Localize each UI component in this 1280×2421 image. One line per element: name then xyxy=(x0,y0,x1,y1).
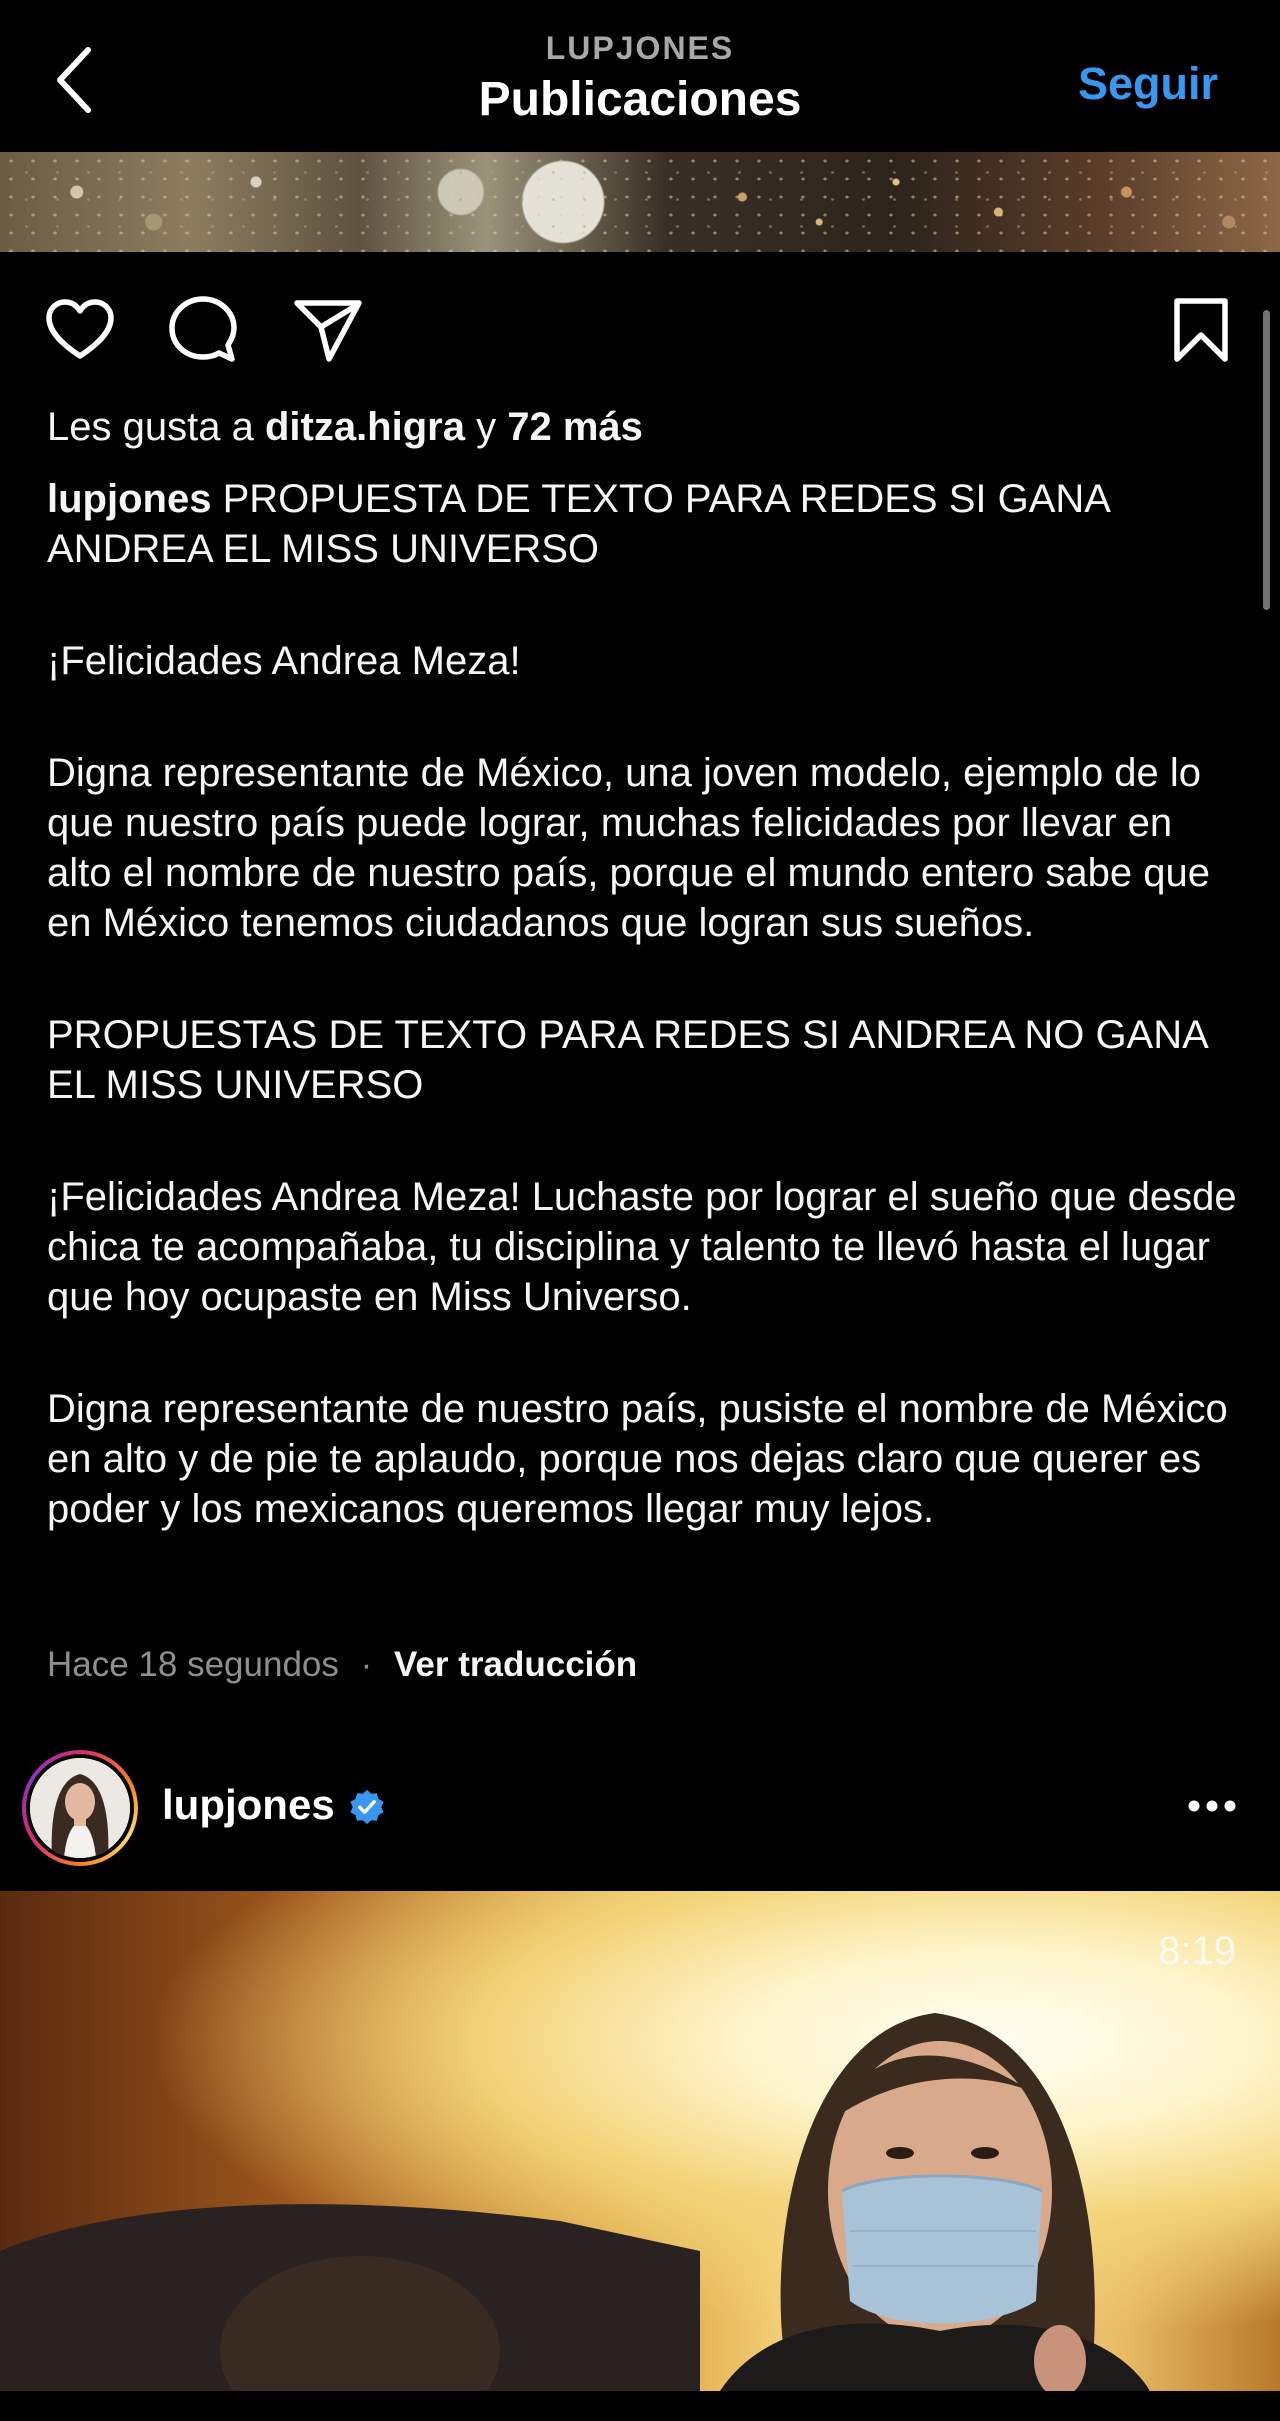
story-ring[interactable] xyxy=(22,1750,138,1866)
meta-separator: · xyxy=(360,1645,373,1684)
post-timestamp: Hace 18 segundos xyxy=(47,1645,339,1684)
avatar xyxy=(30,1758,130,1858)
video-timestamp: 8:19 xyxy=(1158,1929,1236,1973)
follow-button[interactable]: Seguir xyxy=(1078,58,1218,110)
share-button[interactable] xyxy=(290,292,366,368)
caption-paragraph: Digna representante de México, una joven… xyxy=(47,751,1211,945)
verified-badge-icon xyxy=(350,1789,384,1825)
likes-connector: y xyxy=(476,405,497,449)
video-frame xyxy=(0,2013,1150,2391)
post-video[interactable]: 8:19 xyxy=(0,1891,1280,2391)
scrollbar[interactable] xyxy=(1263,310,1270,610)
bookmark-icon xyxy=(1174,298,1228,362)
bottom-edge xyxy=(0,2391,1280,2421)
post-image[interactable] xyxy=(0,152,1280,252)
caption-paragraph: PROPUESTAS DE TEXTO PARA REDES SI ANDREA… xyxy=(47,1013,1207,1107)
like-button[interactable] xyxy=(42,292,118,368)
share-icon xyxy=(294,300,362,362)
translate-link[interactable]: Ver traducción xyxy=(394,1645,637,1684)
liker-username[interactable]: ditza.higra xyxy=(265,405,465,449)
caption-paragraph: lupjones PROPUESTA DE TEXTO PARA REDES S… xyxy=(47,474,1237,574)
post-username[interactable]: lupjones xyxy=(162,1781,335,1829)
caption-username[interactable]: lupjones xyxy=(47,477,211,521)
more-options-button[interactable] xyxy=(1182,1786,1242,1826)
avatar-portrait xyxy=(30,1758,130,1858)
post-caption: lupjones PROPUESTA DE TEXTO PARA REDES S… xyxy=(47,474,1237,1534)
post-header: lupjones xyxy=(0,1736,1280,1884)
likes-line: Les gusta a ditza.higra y 72 más xyxy=(47,402,643,452)
top-bar: LUPJONES Publicaciones Seguir xyxy=(0,0,1280,152)
save-button[interactable] xyxy=(1163,292,1239,368)
caption-paragraph: ¡Felicidades Andrea Meza! xyxy=(47,639,521,683)
comment-button[interactable] xyxy=(165,292,241,368)
post-meta: Hace 18 segundos · Ver traducción xyxy=(47,1640,637,1690)
post-action-bar xyxy=(0,278,1280,378)
caption-paragraph: Digna representante de nuestro país, pus… xyxy=(47,1387,1228,1531)
comment-icon xyxy=(169,296,237,362)
caption-paragraph: ¡Felicidades Andrea Meza! Luchaste por l… xyxy=(47,1175,1237,1319)
post-image-texture xyxy=(0,152,1280,252)
likes-prefix: Les gusta a xyxy=(47,405,254,449)
avatar-border xyxy=(26,1754,134,1862)
heart-icon xyxy=(46,299,114,359)
likes-count[interactable]: 72 más xyxy=(507,405,643,449)
more-horizontal-icon xyxy=(1188,1800,1236,1812)
